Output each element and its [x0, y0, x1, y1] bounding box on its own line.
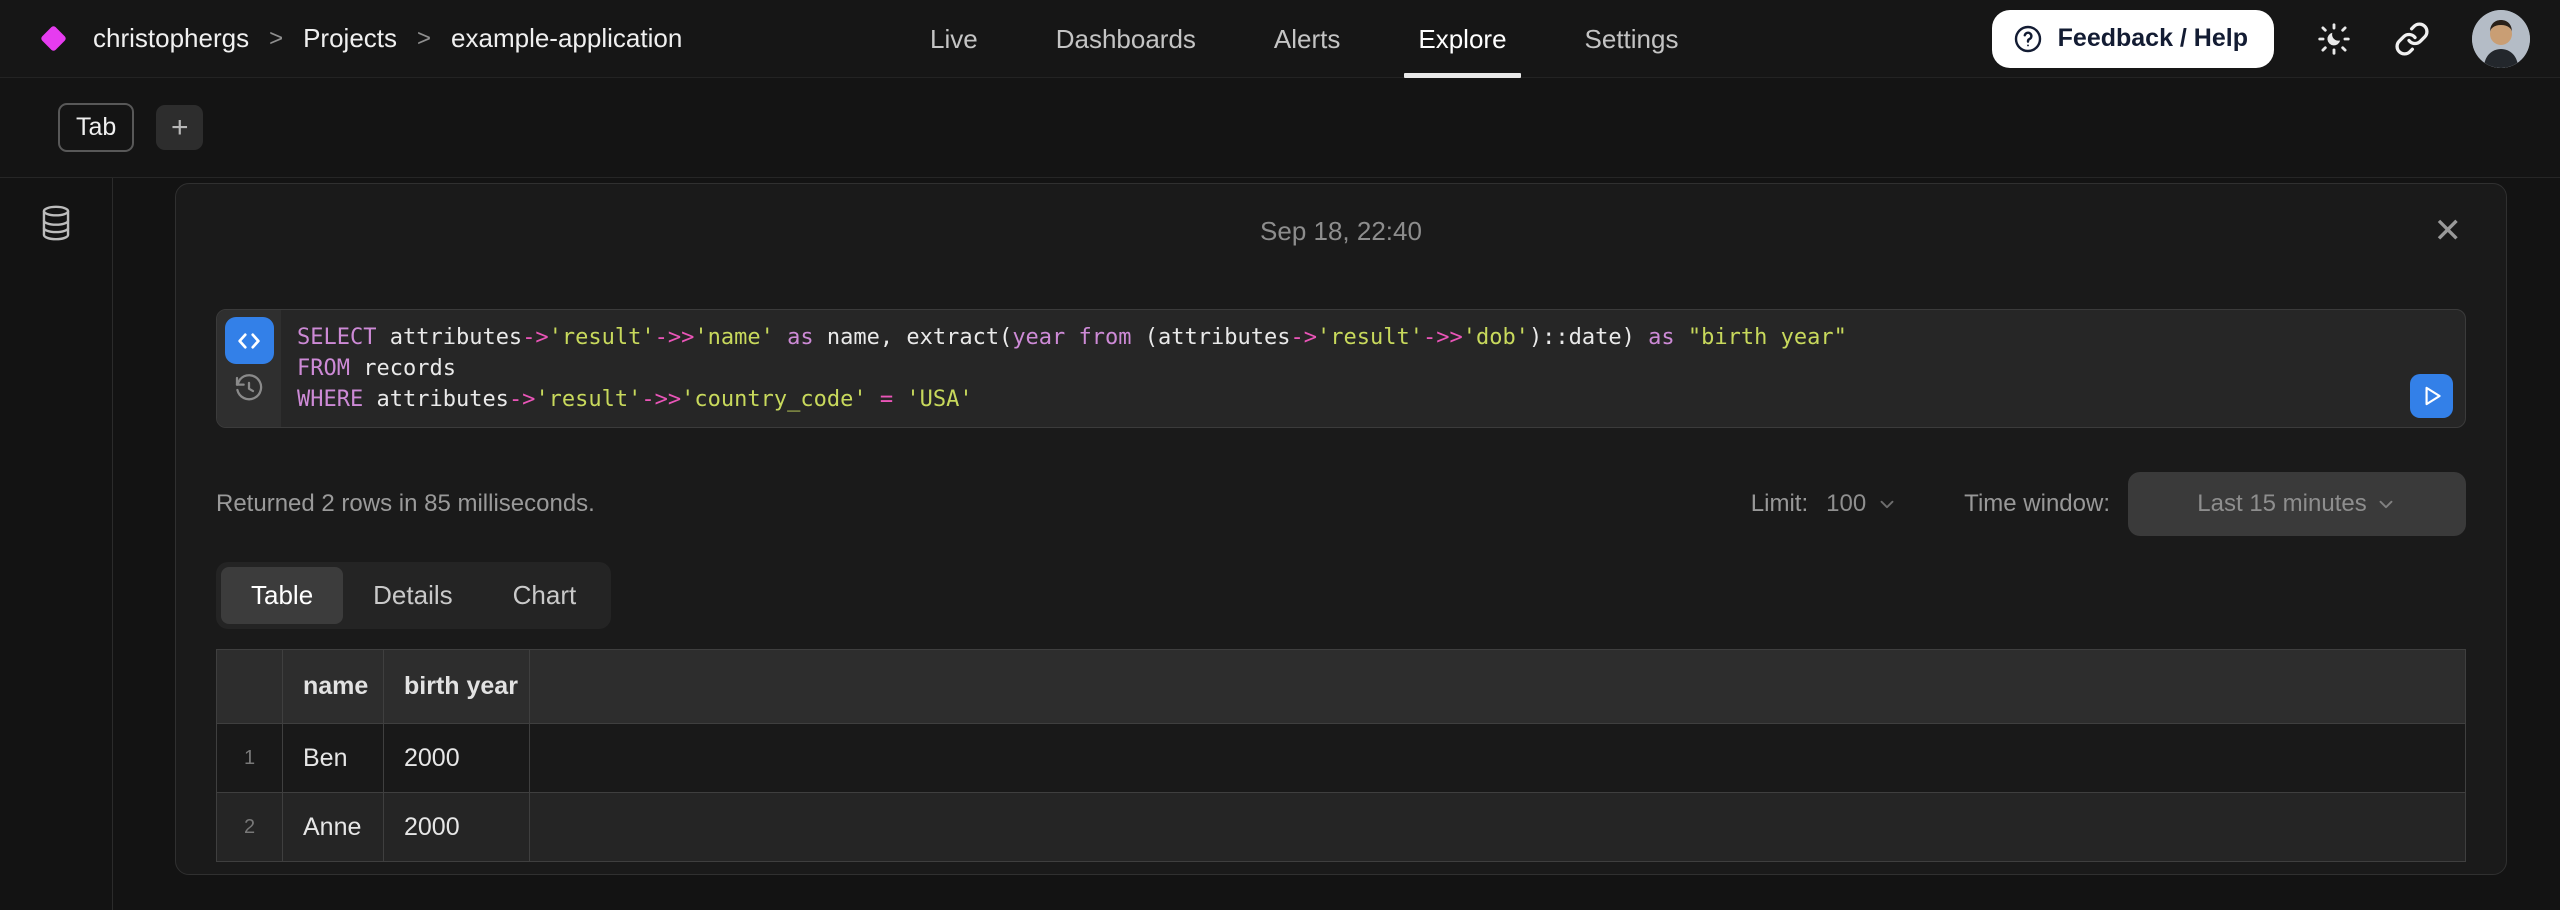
time-window-dropdown[interactable]: Last 15 minutes: [2128, 472, 2466, 536]
main-nav: Live Dashboards Alerts Explore Settings: [930, 0, 1678, 78]
history-icon: [233, 372, 265, 404]
feedback-help-button[interactable]: Feedback / Help: [1992, 10, 2274, 68]
add-tab-button[interactable]: +: [156, 105, 203, 150]
breadcrumb-separator: >: [413, 25, 435, 53]
sql-code-line: WHERE attributes->'result'->>'country_co…: [297, 384, 2465, 415]
sql-editor: SELECT attributes->'result'->>'name' as …: [216, 309, 2466, 428]
navbar-right-controls: Feedback / Help: [1992, 10, 2530, 68]
theme-toggle-button[interactable]: [2316, 21, 2352, 57]
nav-link-live[interactable]: Live: [930, 0, 978, 78]
limit-value: 100: [1826, 490, 1866, 518]
view-tab-details[interactable]: Details: [343, 567, 482, 624]
column-header: birth year: [384, 650, 530, 724]
nav-link-settings[interactable]: Settings: [1585, 0, 1679, 78]
breadcrumb-item[interactable]: christophergs: [93, 23, 249, 54]
filler-cell: [530, 724, 2466, 793]
card-header: Sep 18, 22:40: [216, 184, 2466, 247]
result-summary: Returned 2 rows in 85 milliseconds.: [216, 490, 595, 518]
row-number-header: [217, 650, 283, 724]
view-tab-chart[interactable]: Chart: [483, 567, 607, 624]
query-history-button[interactable]: [233, 372, 265, 404]
time-window-value: Last 15 minutes: [2197, 490, 2366, 518]
sql-code-line: SELECT attributes->'result'->>'name' as …: [297, 322, 2465, 353]
breadcrumb-item[interactable]: Projects: [303, 23, 397, 54]
sql-code-line: FROM records: [297, 353, 2465, 384]
app-root: christophergs > Projects > example-applicati…: [0, 0, 2560, 910]
result-view-tabs: TableDetailsChart: [216, 562, 611, 629]
limit-label: Limit:: [1751, 490, 1808, 518]
close-icon[interactable]: ✕: [2434, 214, 2463, 248]
filler-header: [530, 650, 2466, 724]
table-header-row: namebirth year: [217, 650, 2466, 724]
query-tabs-bar: Tab +: [0, 78, 2560, 178]
main-area: Sep 18, 22:40 ✕: [0, 178, 2560, 910]
code-mode-button[interactable]: [225, 317, 274, 364]
breadcrumb: christophergs > Projects > example-applicati…: [44, 23, 682, 54]
logo-diamond-icon: [40, 25, 67, 52]
results-table: namebirth year 1Ben20002Anne2000: [216, 649, 2466, 862]
table-cell: Ben: [283, 724, 384, 793]
breadcrumb-separator: >: [265, 25, 287, 53]
view-tab-table[interactable]: Table: [221, 567, 343, 624]
play-icon: [2419, 383, 2445, 409]
editor-gutter: [217, 310, 281, 427]
sql-query-input[interactable]: SELECT attributes->'result'->>'name' as …: [281, 310, 2465, 427]
table-row[interactable]: 2Anne2000: [217, 793, 2466, 862]
query-options: Limit: 100 Time window: Last 15 minutes: [1751, 472, 2466, 536]
nav-link-dashboards[interactable]: Dashboards: [1056, 0, 1196, 78]
sun-moon-icon: [2316, 21, 2352, 57]
tab-chip[interactable]: Tab: [58, 103, 134, 152]
left-sidebar: [0, 178, 113, 910]
column-header: name: [283, 650, 384, 724]
chevron-down-icon: [1876, 493, 1898, 515]
table-cell: 2000: [384, 793, 530, 862]
query-result-card: Sep 18, 22:40 ✕: [175, 183, 2507, 875]
row-number-cell: 2: [217, 793, 283, 862]
run-query-button[interactable]: [2410, 374, 2453, 418]
table-cell: Anne: [283, 793, 384, 862]
query-timestamp: Sep 18, 22:40: [1260, 216, 1422, 247]
table-cell: 2000: [384, 724, 530, 793]
feedback-help-label: Feedback / Help: [2058, 24, 2248, 53]
avatar[interactable]: [2472, 10, 2530, 68]
result-meta-row: Returned 2 rows in 85 milliseconds. Limi…: [216, 472, 2466, 536]
link-icon: [2394, 21, 2430, 57]
top-navbar: christophergs > Projects > example-applicati…: [0, 0, 2560, 78]
nav-link-explore[interactable]: Explore: [1418, 0, 1506, 78]
table-row[interactable]: 1Ben2000: [217, 724, 2466, 793]
filler-cell: [530, 793, 2466, 862]
chevron-down-icon: [2375, 493, 2397, 515]
question-circle-icon: [2012, 23, 2044, 55]
breadcrumb-item[interactable]: example-application: [451, 23, 682, 54]
limit-dropdown[interactable]: 100: [1826, 490, 1898, 518]
row-number-cell: 1: [217, 724, 283, 793]
time-window-label: Time window:: [1964, 490, 2110, 518]
share-link-button[interactable]: [2394, 21, 2430, 57]
code-brackets-icon: [234, 326, 264, 356]
database-icon[interactable]: [39, 204, 73, 242]
content-area: Sep 18, 22:40 ✕: [113, 178, 2560, 910]
nav-link-alerts[interactable]: Alerts: [1274, 0, 1340, 78]
